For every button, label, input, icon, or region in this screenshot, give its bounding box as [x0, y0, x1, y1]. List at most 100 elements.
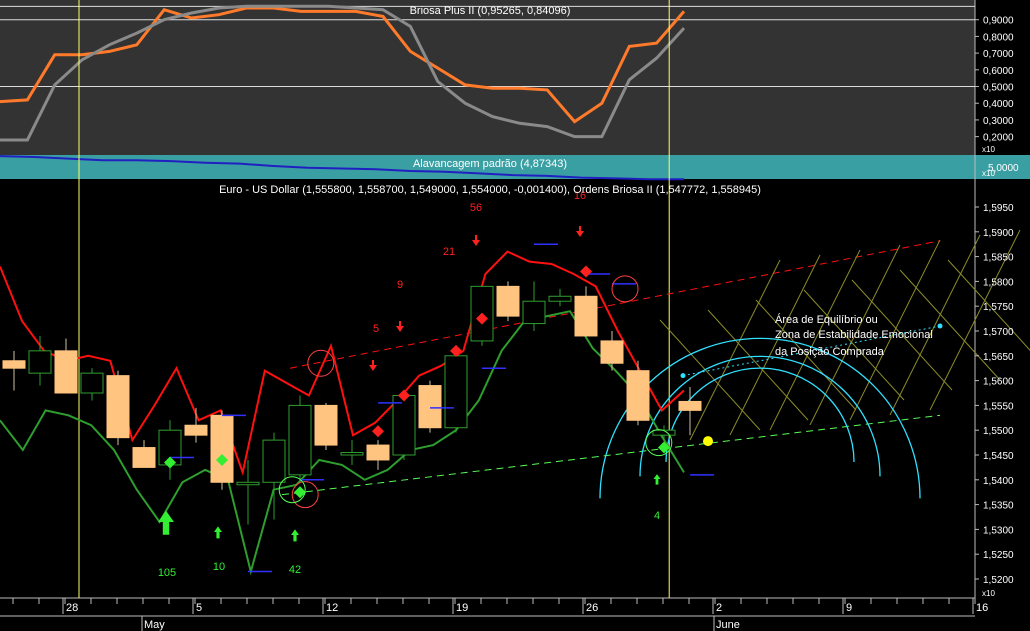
buy-arrow-large [158, 510, 174, 535]
price-tick-label: 1,5950 [983, 203, 1014, 214]
candle-body [678, 400, 702, 411]
price-tick-label: 1,5750 [983, 302, 1014, 313]
projection-point [937, 323, 943, 329]
x10-bottom-badge: x10 [982, 589, 995, 598]
date-label: 2 [716, 602, 722, 614]
buy-signal-label: 42 [289, 564, 301, 576]
price-tick-label: 1,5800 [983, 277, 1014, 288]
sell-signal-label: 21 [443, 246, 455, 258]
candle-body [574, 295, 598, 337]
candle-body [80, 372, 104, 394]
candle-body [132, 447, 156, 468]
price-tick-label: 1,5450 [983, 451, 1014, 462]
sell-signal-label: 5 [373, 323, 379, 335]
candle-body [522, 300, 546, 325]
sell-diamond [450, 344, 462, 357]
price-tick-label: 1,5300 [983, 525, 1014, 536]
candle-body [418, 385, 442, 429]
sell-diamond [372, 425, 384, 438]
indicator-tick-label: 0,5000 [983, 83, 1014, 94]
sell-arrow [472, 235, 480, 246]
buy-signal-label: 10 [213, 561, 225, 573]
month-label: June [716, 619, 740, 631]
candle-body [392, 394, 416, 456]
sell-diamond [580, 265, 592, 278]
grid-diagonal [659, 319, 761, 431]
indicator-title: Briosa Plus II (0,95265, 0,84096) [410, 5, 571, 17]
x10-mid-badge: x10 [982, 169, 995, 178]
price-tick-label: 1,5500 [983, 426, 1014, 437]
chart-window: 9 5 21 56 16 105 10 42 4 0,9000 0,8000 0,7000 0,600… [0, 0, 1030, 631]
indicator-tick-label: 0,9000 [983, 16, 1014, 27]
pivot-circle [291, 481, 319, 509]
candle-body [54, 350, 78, 394]
sell-signal-label: 56 [470, 202, 482, 214]
date-label: 28 [66, 602, 78, 614]
projection-point [680, 373, 686, 379]
indicator-tick-label: 0,8000 [983, 32, 1014, 43]
price-tick-label: 1,5650 [983, 352, 1014, 363]
annotation-line-3: da Posição Comprada [775, 346, 885, 358]
price-tick-label: 1,5600 [983, 377, 1014, 388]
indicator-panel-bg [0, 0, 975, 155]
grid-diagonal [707, 309, 809, 421]
buy-signal-label: 4 [654, 510, 660, 522]
pivot-circle [611, 275, 639, 303]
fibonacci-arc [665, 367, 855, 463]
sell-signal-label: 9 [397, 279, 403, 291]
indicator-tick-label: 0,7000 [983, 49, 1014, 60]
price-tick-label: 1,5850 [983, 253, 1014, 264]
candle-body [210, 414, 234, 483]
candle-body [626, 370, 650, 421]
candle-body [184, 424, 208, 436]
indicator-tick-label: 0,4000 [983, 99, 1014, 110]
date-label: 26 [586, 602, 598, 614]
candle-body [262, 439, 286, 483]
date-label: 5 [196, 602, 202, 614]
annotation-line-2: Zona de Estabilidade Emocional [775, 329, 933, 341]
price-tick-label: 1,5250 [983, 550, 1014, 561]
indicator-tick-label: 0,2000 [983, 133, 1014, 144]
resistance-line [0, 250, 685, 477]
buy-arrow [291, 529, 299, 542]
date-label: 16 [976, 602, 988, 614]
price-tick-label: 1,5700 [983, 327, 1014, 338]
candle-body [340, 452, 364, 456]
candle-body [106, 375, 130, 439]
sell-arrow [396, 321, 404, 332]
month-label: May [144, 619, 165, 631]
candle-body [2, 360, 26, 369]
price-tick-label: 1,5200 [983, 575, 1014, 586]
candle-body [366, 444, 390, 461]
leverage-title: Alavancagem padrão (4,87343) [413, 158, 567, 170]
chart-canvas[interactable]: 9 5 21 56 16 105 10 42 4 0,9000 0,8000 0,7000 0,600… [0, 0, 1030, 631]
date-label: 9 [846, 602, 852, 614]
candle-body [548, 295, 572, 302]
annotation-line-1: Área de Equilíbrio ou [775, 313, 878, 326]
candle-body [496, 285, 520, 317]
candle-body [444, 355, 468, 429]
indicator-tick-label: 0,6000 [983, 66, 1014, 77]
buy-diamond [294, 486, 306, 499]
pivot-circle [307, 349, 335, 377]
price-tick-label: 1,5550 [983, 401, 1014, 412]
price-tick-label: 1,5350 [983, 501, 1014, 512]
sell-arrow [369, 360, 377, 371]
x10-top-badge: x10 [982, 145, 995, 154]
equilibrium-point [703, 436, 713, 447]
candle-body [288, 404, 312, 476]
price-tick-label: 1,5900 [983, 228, 1014, 239]
grid-diagonal [803, 289, 905, 401]
date-label: 12 [326, 602, 338, 614]
indicator-tick-label: 0,3000 [983, 116, 1014, 127]
candle-body [314, 404, 338, 446]
candle-body [600, 340, 624, 364]
price-tick-label: 1,5400 [983, 476, 1014, 487]
candle-body [236, 481, 260, 486]
buy-signal-label: 105 [158, 567, 176, 579]
sell-arrow [576, 226, 584, 237]
grid-diagonal [889, 234, 981, 416]
date-label: 19 [456, 602, 468, 614]
support-line [0, 310, 685, 576]
buy-arrow [214, 526, 222, 539]
